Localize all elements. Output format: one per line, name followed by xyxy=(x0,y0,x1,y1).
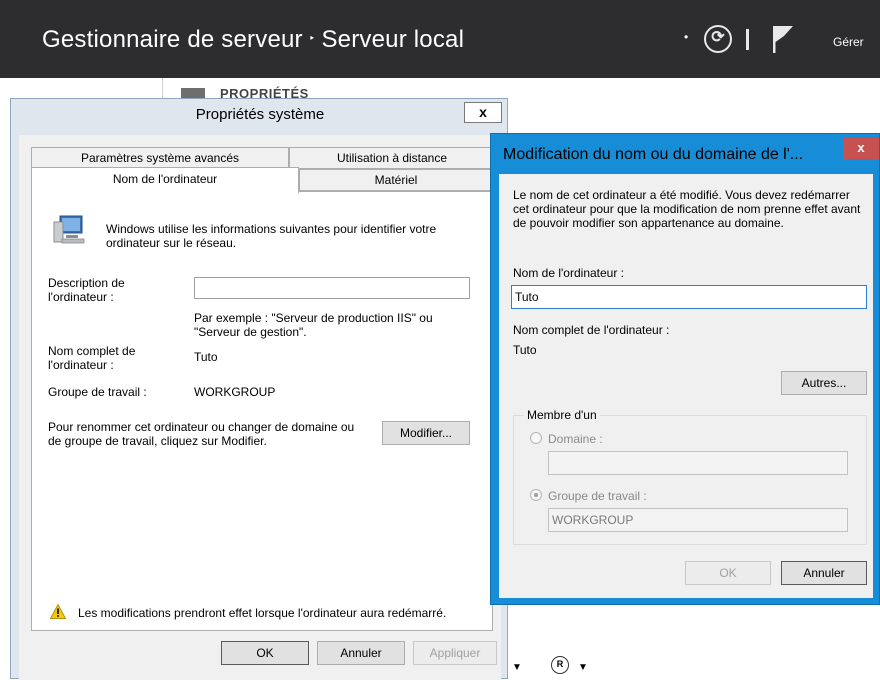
member-of-label: Membre d'un xyxy=(524,408,600,422)
tab-remote[interactable]: Utilisation à distance xyxy=(289,147,495,169)
description-label: Description de l'ordinateur : xyxy=(48,276,125,304)
more-button[interactable]: Autres... xyxy=(781,371,867,395)
member-of-group: Membre d'un Domaine : Groupe de travail … xyxy=(513,408,867,545)
breadcrumb: Gestionnaire de serveur ‣ Serveur local xyxy=(42,26,464,54)
dropdown-icon[interactable]: • xyxy=(684,30,688,44)
domain-radio[interactable] xyxy=(530,432,542,444)
intro-text: Windows utilise les informations suivant… xyxy=(106,222,437,250)
rename-message: Le nom de cet ordinateur a été modifié. … xyxy=(513,188,861,230)
close-button[interactable]: x xyxy=(464,102,502,123)
properties-icon xyxy=(181,88,205,98)
dialog-body: Le nom de cet ordinateur a été modifié. … xyxy=(499,174,873,598)
computer-icon xyxy=(53,215,85,244)
refresh-icon[interactable]: ⟳ xyxy=(704,25,732,53)
computer-name-input[interactable] xyxy=(511,285,867,309)
tab-computer-name[interactable]: Nom de l'ordinateur xyxy=(31,167,299,193)
dialog-title: Propriétés système xyxy=(195,106,325,123)
full-name-value: Tuto xyxy=(513,343,537,357)
tab-advanced-settings[interactable]: Paramètres système avancés xyxy=(31,147,289,169)
flag-icon[interactable] xyxy=(770,24,796,54)
dialog-body: Paramètres système avancés Utilisation à… xyxy=(19,135,501,680)
workgroup-value: WORKGROUP xyxy=(194,385,276,399)
server-manager-bottom-bar xyxy=(490,648,880,679)
cancel-button[interactable]: Annuler xyxy=(781,561,867,585)
computer-name-label: Nom de l'ordinateur : xyxy=(513,266,625,280)
full-name-value: Tuto xyxy=(194,350,218,364)
tab-hardware[interactable]: Matériel xyxy=(299,169,493,191)
ok-button[interactable]: OK xyxy=(685,561,771,585)
domain-input[interactable] xyxy=(548,451,848,475)
tab-panel-computer-name: Windows utilise les informations suivant… xyxy=(31,191,493,631)
system-properties-dialog: Propriétés système x Paramètres système … xyxy=(10,98,508,680)
domain-label: Domaine : xyxy=(548,432,603,446)
breadcrumb-root[interactable]: Gestionnaire de serveur xyxy=(42,26,303,53)
manage-menu[interactable]: Gérer xyxy=(833,35,864,49)
apply-button[interactable]: Appliquer xyxy=(413,641,497,665)
description-example: Par exemple : "Serveur de production IIS… xyxy=(194,311,433,339)
workgroup-input[interactable] xyxy=(548,508,848,532)
modify-button[interactable]: Modifier... xyxy=(382,421,470,445)
rename-computer-dialog: Modification du nom ou du domaine de l'.… xyxy=(490,133,880,605)
full-name-label: Nom complet de l'ordinateur : xyxy=(513,323,670,337)
breadcrumb-current: Serveur local xyxy=(321,26,465,53)
roles-icon[interactable]: R xyxy=(551,656,569,674)
workgroup-label: Groupe de travail : xyxy=(548,489,647,503)
close-button[interactable]: x xyxy=(843,138,879,159)
breadcrumb-separator-icon: ‣ xyxy=(308,33,316,45)
dialog-title: Modification du nom ou du domaine de l'.… xyxy=(503,146,804,163)
cancel-button[interactable]: Annuler xyxy=(317,641,405,665)
warning-icon xyxy=(50,604,66,619)
toolbar-divider xyxy=(746,29,749,50)
ok-button[interactable]: OK xyxy=(221,641,309,665)
chevron-down-icon[interactable]: ▼ xyxy=(578,662,588,673)
description-input[interactable] xyxy=(194,277,470,299)
chevron-down-icon[interactable]: ▼ xyxy=(512,662,522,673)
workgroup-radio[interactable] xyxy=(530,489,542,501)
full-name-label: Nom complet de l'ordinateur : xyxy=(48,344,136,372)
warning-text: Les modifications prendront effet lorsqu… xyxy=(78,606,447,620)
rename-instructions: Pour renommer cet ordinateur ou changer … xyxy=(48,420,355,448)
workgroup-label: Groupe de travail : xyxy=(48,385,147,399)
